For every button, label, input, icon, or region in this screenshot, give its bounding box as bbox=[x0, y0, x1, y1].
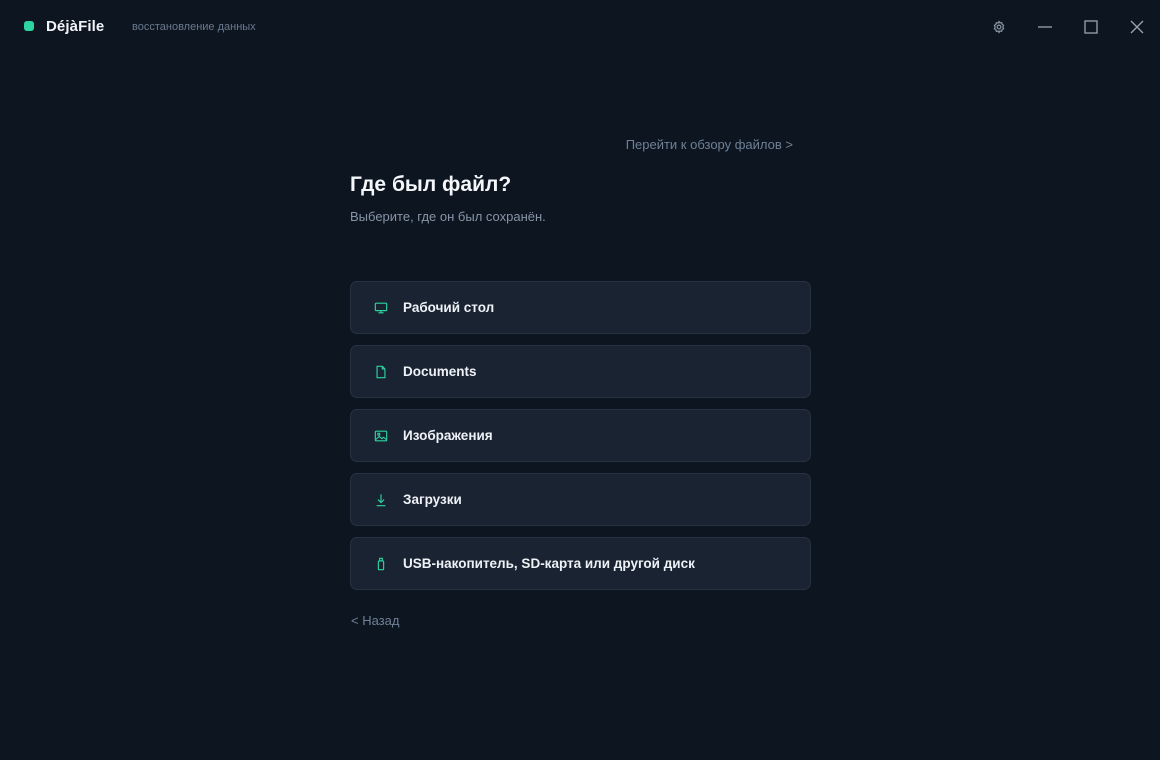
page-subtitle: Выберите, где он был сохранён. bbox=[350, 209, 546, 224]
option-desktop[interactable]: Рабочий стол bbox=[350, 281, 811, 334]
close-icon bbox=[1130, 20, 1144, 34]
settings-button[interactable] bbox=[986, 14, 1012, 40]
app-logo bbox=[24, 21, 34, 31]
page-title: Где был файл? bbox=[350, 173, 512, 196]
minimize-button[interactable] bbox=[1032, 14, 1058, 40]
option-label: Изображения bbox=[403, 428, 493, 443]
gear-icon bbox=[992, 20, 1006, 34]
option-downloads[interactable]: Загрузки bbox=[350, 473, 811, 526]
document-icon bbox=[373, 364, 389, 380]
maximize-icon bbox=[1084, 20, 1098, 34]
location-options: Рабочий стол Documents Изображения Загру… bbox=[350, 281, 811, 601]
download-icon bbox=[373, 492, 389, 508]
image-icon bbox=[373, 428, 389, 444]
maximize-button[interactable] bbox=[1078, 14, 1104, 40]
option-images[interactable]: Изображения bbox=[350, 409, 811, 462]
minimize-icon bbox=[1038, 20, 1052, 34]
monitor-icon bbox=[373, 300, 389, 316]
option-label: Рабочий стол bbox=[403, 300, 495, 315]
title-bar: DéjàFile восстановление данных bbox=[0, 0, 1160, 54]
option-label: Загрузки bbox=[403, 492, 462, 507]
app-subtitle: восстановление данных bbox=[132, 21, 256, 33]
usb-drive-icon bbox=[373, 556, 389, 572]
option-documents[interactable]: Documents bbox=[350, 345, 811, 398]
option-label: Documents bbox=[403, 364, 477, 379]
browse-files-link[interactable]: Перейти к обзору файлов > bbox=[626, 137, 793, 152]
option-external-drive[interactable]: USB-накопитель, SD-карта или другой диск bbox=[350, 537, 811, 590]
option-label: USB-накопитель, SD-карта или другой диск bbox=[403, 556, 695, 571]
app-title: DéjàFile bbox=[46, 18, 105, 35]
close-button[interactable] bbox=[1124, 14, 1150, 40]
back-link[interactable]: < Назад bbox=[351, 613, 399, 628]
